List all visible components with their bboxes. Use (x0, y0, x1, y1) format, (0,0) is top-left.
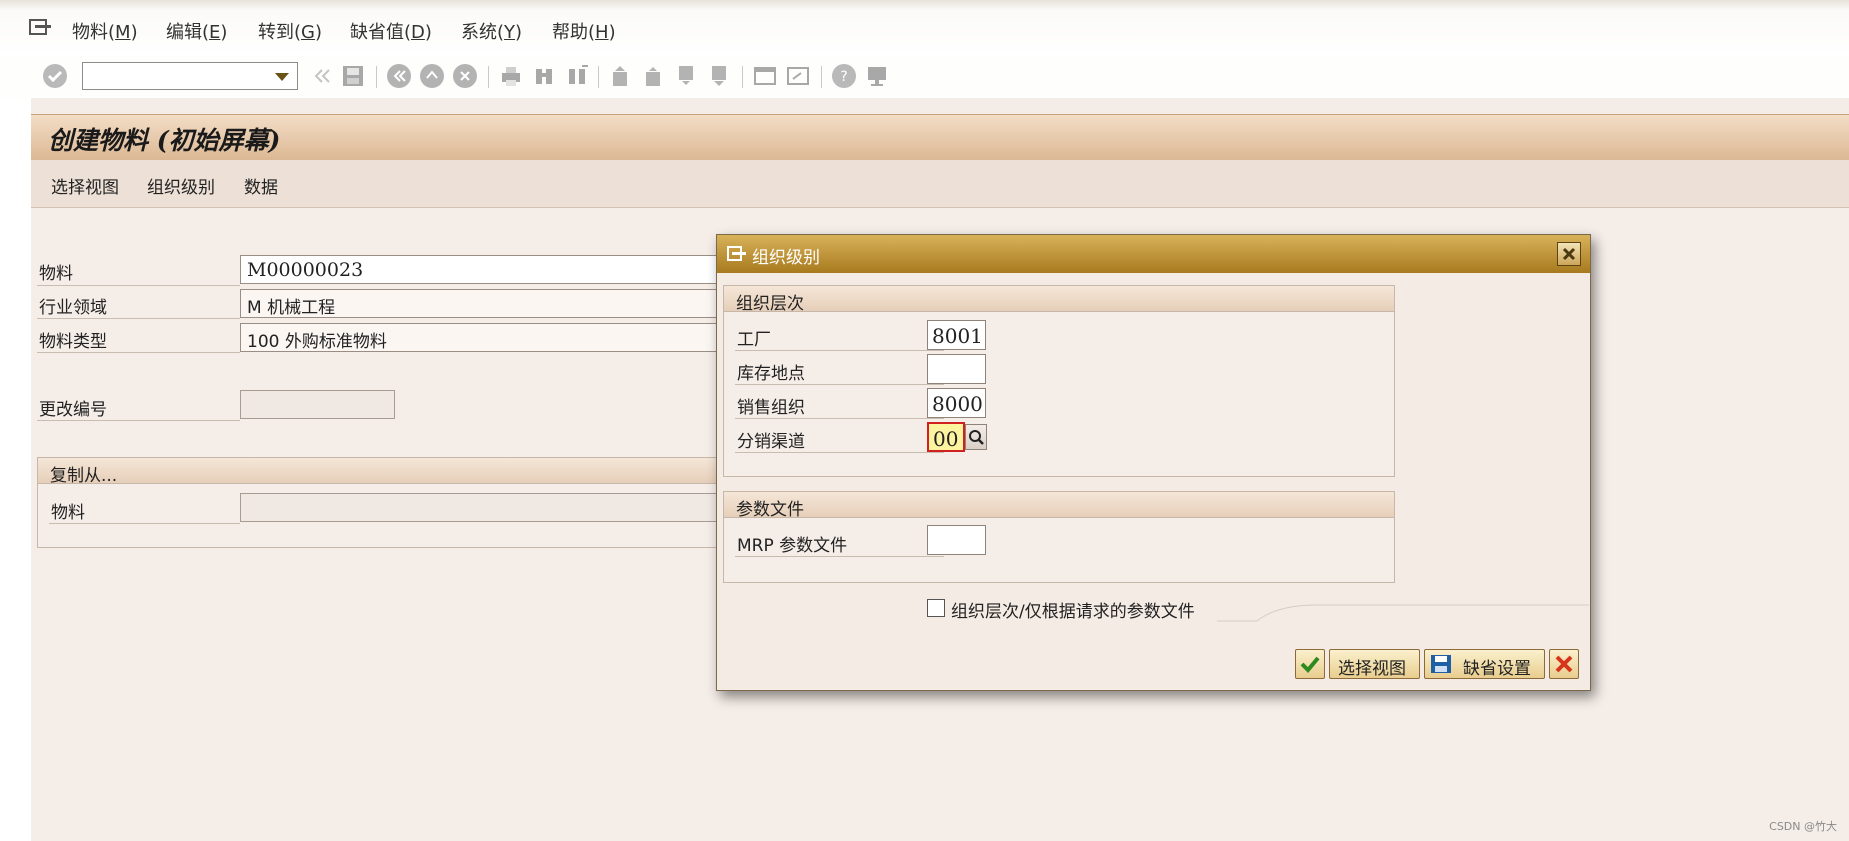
search-icon (969, 430, 984, 445)
cancel-icon[interactable] (452, 63, 478, 89)
cancel-button[interactable] (1549, 649, 1579, 679)
copy-material-label: 物料 (51, 503, 85, 523)
help-icon[interactable]: ? (831, 63, 857, 89)
plant-label: 工厂 (737, 330, 771, 350)
mrp-profile-input[interactable] (927, 525, 986, 555)
menu-system[interactable]: 系统(Y) (461, 18, 522, 44)
row-divider (49, 523, 240, 524)
row-divider (37, 420, 240, 421)
customize-layout-icon[interactable] (864, 63, 890, 89)
back-icon[interactable] (386, 63, 412, 89)
menu-toggle-icon[interactable] (28, 17, 54, 37)
dialog-divider (1217, 604, 1589, 622)
material-type-label: 物料类型 (39, 332, 107, 352)
org-levels-group: 组织层次 (723, 285, 1395, 477)
menu-edit[interactable]: 编辑(E) (166, 18, 227, 44)
org-levels-on-request-label: 组织层次/仅根据请求的参数文件 (951, 602, 1195, 622)
chevron-down-icon[interactable] (275, 73, 289, 81)
dialog-title-bar: 组织级别 (717, 235, 1590, 273)
row-divider (735, 452, 944, 453)
org-levels-button[interactable]: 组织级别 (147, 173, 215, 198)
storage-location-label: 库存地点 (737, 364, 805, 384)
select-views-button[interactable]: 选择视图 (51, 173, 119, 198)
distribution-channel-input[interactable]: 00 (927, 422, 965, 452)
last-page-icon[interactable] (706, 63, 732, 89)
toolbar-separator (488, 66, 489, 88)
menu-defaults[interactable]: 缺省值(D) (350, 18, 432, 44)
material-input[interactable]: M00000023 (240, 255, 720, 284)
close-icon (1562, 247, 1576, 261)
watermark: CSDN @竹大 (1769, 820, 1837, 833)
copy-from-title: 复制从... (50, 466, 118, 486)
profiles-group-header: 参数文件 (724, 492, 1394, 520)
save-icon[interactable] (340, 63, 366, 89)
first-page-icon[interactable] (607, 63, 633, 89)
enter-check-icon[interactable] (42, 63, 68, 89)
save-icon (1431, 655, 1451, 673)
storage-location-input[interactable] (927, 354, 986, 384)
left-margin (0, 98, 31, 841)
back-double-arrow-icon[interactable] (309, 63, 335, 89)
svg-text:?: ? (840, 69, 847, 85)
menu-goto[interactable]: 转到(G) (258, 18, 322, 44)
row-divider (37, 285, 240, 286)
plant-input[interactable]: 8001 (927, 320, 986, 350)
cancel-x-icon (1555, 655, 1573, 673)
change-number-input[interactable] (240, 390, 395, 419)
profiles-group-title: 参数文件 (736, 500, 804, 520)
industry-select[interactable]: M 机械工程 (240, 289, 720, 318)
copy-from-header: 复制从... (38, 458, 726, 486)
data-button[interactable]: 数据 (244, 173, 278, 198)
org-levels-on-request-checkbox[interactable] (927, 599, 945, 617)
next-page-icon[interactable] (673, 63, 699, 89)
menu-material[interactable]: 物料(M) (72, 18, 138, 44)
print-icon[interactable] (498, 63, 524, 89)
row-divider (735, 418, 944, 419)
toolbar-separator (821, 66, 822, 88)
menu-bar: 物料(M) 编辑(E) 转到(G) 缺省值(D) 系统(Y) 帮助(H) (0, 0, 1849, 57)
default-settings-label: 缺省设置 (1463, 659, 1531, 679)
change-number-label: 更改编号 (39, 400, 107, 420)
checkmark-icon (1300, 656, 1320, 673)
copy-material-input[interactable] (240, 493, 720, 522)
row-divider (735, 350, 944, 351)
toolbar-separator (742, 66, 743, 88)
find-next-icon[interactable] (564, 63, 590, 89)
org-levels-group-title: 组织层次 (736, 294, 804, 314)
row-divider (37, 352, 240, 353)
default-settings-button[interactable]: 缺省设置 (1424, 649, 1545, 679)
shortcut-icon[interactable] (785, 63, 811, 89)
toolbar-separator (376, 66, 377, 88)
mrp-profile-label: MRP 参数文件 (737, 536, 848, 556)
dialog-menu-icon[interactable] (727, 245, 747, 263)
org-levels-dialog: 组织级别 组织层次 工厂 8001 库存地点 销售组织 8000 分销渠道 00… (716, 234, 1591, 691)
create-session-icon[interactable] (752, 63, 778, 89)
material-label: 物料 (39, 264, 73, 284)
continue-button[interactable] (1295, 649, 1325, 679)
select-views-dialog-button[interactable]: 选择视图 (1329, 649, 1420, 679)
toolbar-separator (598, 66, 599, 88)
row-divider (735, 556, 944, 557)
distribution-channel-label: 分销渠道 (737, 432, 805, 452)
sales-org-label: 销售组织 (737, 398, 805, 418)
row-divider (735, 384, 944, 385)
dialog-close-button[interactable] (1557, 242, 1581, 266)
sales-org-input[interactable]: 8000 (927, 388, 986, 418)
page-title: 创建物料 (初始屏幕) (48, 126, 281, 155)
title-bar (31, 114, 1849, 161)
exit-icon[interactable] (419, 63, 445, 89)
org-levels-group-header: 组织层次 (724, 286, 1394, 314)
material-type-select[interactable]: 100 外购标准物料 (240, 323, 720, 352)
search-help-button[interactable] (965, 424, 987, 450)
application-toolbar (31, 160, 1849, 208)
dialog-title: 组织级别 (752, 248, 820, 268)
command-field[interactable] (82, 62, 298, 90)
find-icon[interactable] (531, 63, 557, 89)
previous-page-icon[interactable] (640, 63, 666, 89)
row-divider (37, 318, 240, 319)
industry-label: 行业领域 (39, 298, 107, 318)
menu-help[interactable]: 帮助(H) (552, 18, 616, 44)
